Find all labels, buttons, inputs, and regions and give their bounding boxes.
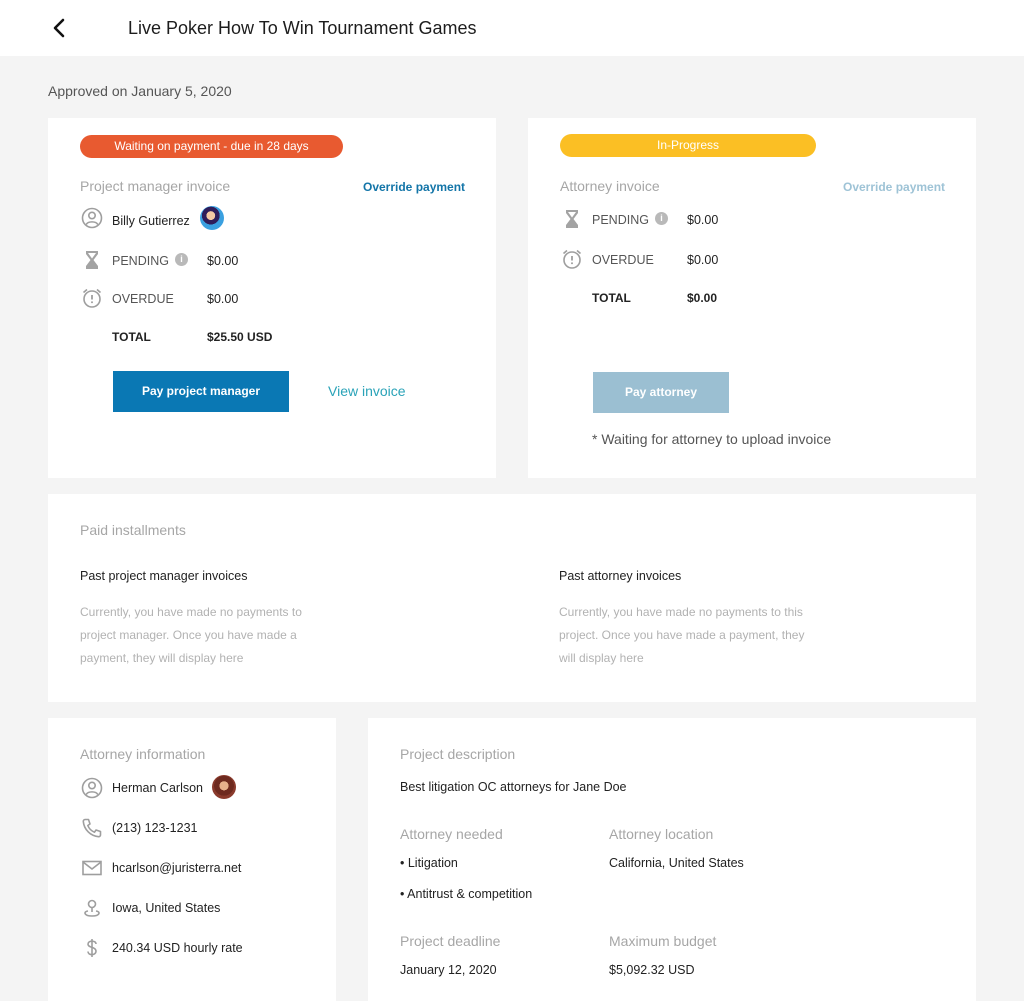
attorney-overdue-value: $0.00 xyxy=(687,253,719,267)
pm-overdue-value: $0.00 xyxy=(207,292,239,306)
maximum-budget-label: Maximum budget xyxy=(609,933,717,949)
info-icon[interactable]: i xyxy=(655,212,668,225)
maximum-budget-value: $5,092.32 USD xyxy=(609,963,695,977)
phone-icon xyxy=(82,818,102,838)
pm-invoice-card: Waiting on payment - due in 28 days Proj… xyxy=(48,118,496,478)
pay-project-manager-button[interactable]: Pay project manager xyxy=(113,371,289,412)
pm-override-payment-link[interactable]: Override payment xyxy=(363,180,465,194)
view-invoice-link[interactable]: View invoice xyxy=(328,383,406,399)
attorney-location: Iowa, United States xyxy=(112,901,221,915)
attorney-total-value: $0.00 xyxy=(687,291,718,305)
avatar xyxy=(200,206,224,230)
pm-overdue-label: OVERDUE xyxy=(112,292,174,306)
back-arrow-icon[interactable] xyxy=(48,16,72,40)
hourglass-icon xyxy=(566,210,578,228)
attorney-phone: (213) 123-1231 xyxy=(112,821,198,835)
status-badge-in-progress: In-Progress xyxy=(560,134,816,157)
attorney-location-label: Attorney location xyxy=(609,826,714,842)
past-pm-invoices-empty-text: Currently, you have made no payments to … xyxy=(80,605,302,665)
pm-name: Billy Gutierrez xyxy=(112,214,190,228)
user-icon xyxy=(81,777,103,799)
page-title: Live Poker How To Win Tournament Games xyxy=(128,18,477,38)
status-badge-waiting: Waiting on payment - due in 28 days xyxy=(80,135,343,158)
paid-installments-card: Paid installments Past project manager i… xyxy=(48,494,976,702)
pm-invoice-label: Project manager invoice xyxy=(80,178,231,194)
pm-pending-value: $0.00 xyxy=(207,254,239,268)
attorney-overdue-label: OVERDUE xyxy=(592,253,654,267)
avatar xyxy=(212,775,236,799)
past-attorney-invoices-empty-text: Currently, you have made no payments to … xyxy=(559,605,805,665)
top-bar: Live Poker How To Win Tournament Games xyxy=(0,0,1024,56)
hourglass-icon xyxy=(86,251,98,269)
user-icon xyxy=(81,207,103,229)
attorney-pending-value: $0.00 xyxy=(687,213,719,227)
mail-icon xyxy=(82,860,102,876)
project-description-card: Project description Best litigation OC a… xyxy=(368,718,976,1001)
project-description-label: Project description xyxy=(400,746,516,762)
alarm-clock-icon xyxy=(562,249,582,269)
attorney-information-label: Attorney information xyxy=(80,746,206,762)
location-pin-icon xyxy=(84,899,100,917)
past-attorney-invoices-title: Past attorney invoices xyxy=(559,569,682,583)
attorney-upload-note: * Waiting for attorney to upload invoice xyxy=(592,431,832,447)
pm-total-label: TOTAL xyxy=(112,330,151,344)
attorney-needed-item: • Litigation xyxy=(400,856,458,870)
attorney-email: hcarlson@juristerra.net xyxy=(112,861,242,875)
attorney-invoice-card: In-Progress Attorney invoice Override pa… xyxy=(528,118,976,478)
attorney-needed-item: • Antitrust & competition xyxy=(400,887,533,901)
attorney-rate: 240.34 USD hourly rate xyxy=(112,941,243,955)
pay-attorney-button[interactable]: Pay attorney xyxy=(593,372,729,413)
attorney-total-label: TOTAL xyxy=(592,291,631,305)
info-icon[interactable]: i xyxy=(175,253,188,266)
project-description-text: Best litigation OC attorneys for Jane Do… xyxy=(400,780,627,794)
project-deadline-value: January 12, 2020 xyxy=(400,963,497,977)
attorney-pending-label: PENDING xyxy=(592,213,649,227)
dollar-icon xyxy=(87,939,97,957)
pm-total-value: $25.50 USD xyxy=(207,330,273,344)
past-pm-invoices-title: Past project manager invoices xyxy=(80,569,248,583)
attorney-needed-label: Attorney needed xyxy=(400,826,503,842)
attorney-location-value: California, United States xyxy=(609,856,744,870)
attorney-information-card: Attorney information Herman Carlson (213… xyxy=(48,718,336,1001)
alarm-clock-icon xyxy=(82,288,102,308)
pm-pending-label: PENDING xyxy=(112,254,169,268)
attorney-name: Herman Carlson xyxy=(112,781,204,795)
attorney-invoice-label: Attorney invoice xyxy=(560,178,660,194)
attorney-override-payment-link[interactable]: Override payment xyxy=(843,180,945,194)
paid-installments-label: Paid installments xyxy=(80,522,186,538)
approved-date: Approved on January 5, 2020 xyxy=(48,83,232,99)
project-deadline-label: Project deadline xyxy=(400,933,501,949)
